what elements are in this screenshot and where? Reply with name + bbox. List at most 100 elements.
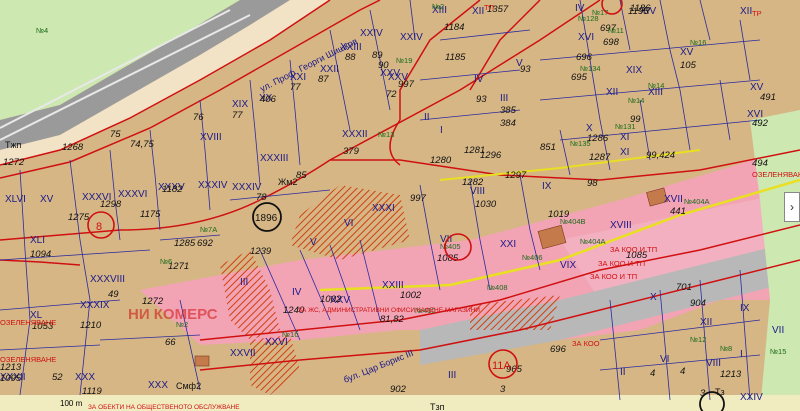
bottom-text: ЗА ОБЕКТИ НА ОБЩЕСТВЕНОТО ОБСЛУЖВАНЕ: [88, 404, 240, 411]
svg-text:66: 66: [165, 337, 176, 348]
svg-text:701: 701: [676, 282, 692, 293]
svg-text:XXX: XXX: [75, 372, 95, 383]
svg-text:№405: №405: [440, 242, 461, 251]
svg-text:XLI: XLI: [30, 235, 45, 246]
svg-text:IV: IV: [474, 74, 484, 85]
svg-text:93: 93: [476, 94, 487, 105]
svg-text:904: 904: [690, 298, 706, 309]
circle-8-label: 8: [96, 221, 102, 233]
svg-text:1280: 1280: [430, 155, 452, 166]
svg-text:XII: XII: [740, 6, 752, 17]
svg-text:XXVII: XXVII: [230, 348, 256, 359]
zoning-label-5: ЗА КОО И ТП: [590, 272, 637, 281]
svg-text:851: 851: [540, 142, 556, 153]
circle-1896-label: 1896: [255, 213, 278, 224]
svg-text:98: 98: [587, 178, 598, 189]
svg-text:77: 77: [290, 82, 301, 93]
svg-text:1287: 1287: [589, 152, 611, 163]
svg-text:V: V: [310, 237, 317, 248]
svg-text:XV: XV: [40, 194, 54, 205]
svg-text:№19: №19: [396, 56, 412, 65]
svg-text:№404А: №404А: [580, 237, 606, 246]
svg-text:IX: IX: [542, 181, 552, 192]
svg-text:692: 692: [197, 238, 214, 249]
next-arrow-button[interactable]: ›: [784, 192, 800, 222]
cadastral-map[interactable]: XLVI XV XXXVI XXXVI XXXV XXXIV XLI XXXVIII XXX…: [0, 0, 800, 411]
circle-11a-label: 11А: [492, 360, 511, 372]
svg-text:III: III: [448, 370, 456, 381]
chevron-right-icon[interactable]: ›: [790, 200, 794, 214]
svg-text:I: I: [740, 349, 743, 360]
svg-text:1282: 1282: [462, 177, 484, 188]
svg-text:II: II: [620, 367, 626, 378]
svg-text:III: III: [240, 277, 248, 288]
svg-text:№12: №12: [690, 335, 706, 344]
svg-text:№134: №134: [580, 64, 601, 73]
svg-text:I: I: [440, 125, 443, 136]
svg-text:XI: XI: [620, 132, 629, 143]
svg-text:1095: 1095: [0, 373, 22, 384]
svg-text:1094: 1094: [30, 249, 51, 260]
svg-text:77: 77: [232, 110, 243, 121]
svg-text:3: 3: [500, 384, 506, 395]
svg-text:XXXVI: XXXVI: [118, 189, 147, 200]
svg-text:1213: 1213: [720, 369, 742, 380]
svg-text:93: 93: [520, 64, 531, 75]
zoning-label-7: ЗА КОО: [572, 339, 600, 348]
svg-text:XI: XI: [620, 147, 629, 158]
svg-text:1268: 1268: [62, 142, 84, 153]
svg-text:698: 698: [603, 37, 620, 48]
svg-text:XVIII: XVIII: [200, 132, 222, 143]
svg-text:№404А: №404А: [684, 197, 710, 206]
svg-text:1297: 1297: [505, 170, 527, 181]
svg-text:997: 997: [410, 193, 427, 204]
svg-text:90: 90: [378, 60, 389, 71]
svg-text:№15: №15: [770, 347, 786, 356]
svg-text:902: 902: [390, 384, 407, 395]
svg-text:№406: №406: [522, 253, 543, 262]
svg-text:75: 75: [110, 129, 121, 140]
svg-text:VI: VI: [660, 354, 669, 365]
svg-text:78: 78: [256, 192, 267, 203]
svg-text:1030: 1030: [475, 199, 497, 210]
code-zhm2: Жм2: [278, 177, 298, 187]
svg-text:81,82: 81,82: [380, 314, 404, 325]
svg-text:695: 695: [571, 72, 588, 83]
svg-text:379: 379: [343, 146, 360, 157]
svg-text:XXIV: XXIV: [400, 32, 423, 43]
svg-text:52: 52: [52, 372, 63, 383]
svg-text:№4: №4: [36, 26, 48, 35]
svg-text:XVII: XVII: [664, 194, 683, 205]
svg-text:XXI: XXI: [500, 239, 516, 250]
svg-text:IX: IX: [740, 303, 750, 314]
zoning-label-8: ТП: [484, 3, 494, 12]
svg-text:XII: XII: [700, 317, 712, 328]
svg-text:№8: №8: [720, 344, 732, 353]
svg-text:№2: №2: [432, 2, 444, 11]
svg-text:105: 105: [680, 60, 697, 71]
svg-text:XXXIII: XXXIII: [260, 153, 288, 164]
svg-text:4: 4: [650, 368, 655, 379]
svg-text:№404В: №404В: [560, 217, 586, 226]
svg-text:1285: 1285: [174, 238, 196, 249]
svg-text:384: 384: [500, 118, 516, 129]
svg-text:№1б: №1б: [282, 330, 299, 339]
zoning-label-2: ОЗЕЛЕНЯВАНЕ: [0, 355, 56, 364]
svg-text:1186: 1186: [630, 3, 651, 14]
svg-text:1272: 1272: [3, 157, 25, 168]
svg-text:XIX: XIX: [232, 99, 248, 110]
svg-text:XXXIX: XXXIX: [80, 300, 110, 311]
svg-text:XIX: XIX: [626, 65, 642, 76]
zone-label: НИ КОМЕРС: [128, 306, 218, 323]
svg-text:1182: 1182: [162, 184, 183, 195]
svg-text:XXX: XXX: [148, 380, 168, 391]
zoning-label-6: ЗА КОО И ТП: [598, 259, 645, 268]
svg-text:696: 696: [550, 344, 567, 355]
svg-text:№14: №14: [648, 81, 664, 90]
svg-text:№16: №16: [690, 38, 706, 47]
svg-text:XII: XII: [472, 6, 484, 17]
svg-text:406: 406: [260, 94, 277, 105]
code-tzhp: Тжп: [5, 140, 22, 150]
svg-text:1275: 1275: [68, 212, 90, 223]
svg-text:1296: 1296: [480, 150, 502, 161]
